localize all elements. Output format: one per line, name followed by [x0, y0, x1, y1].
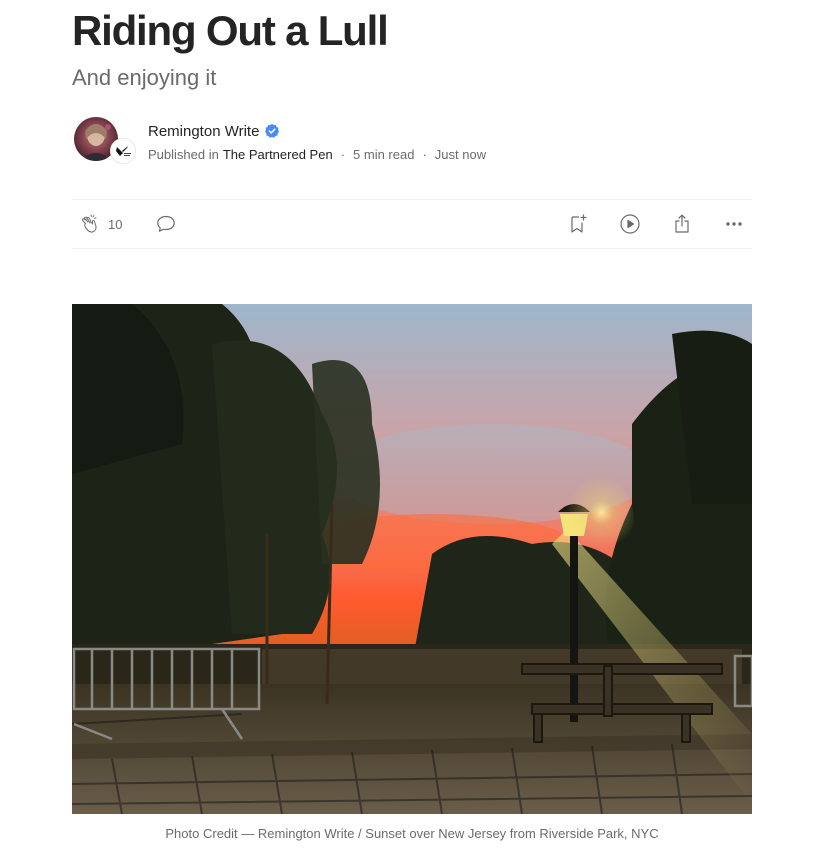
- bookmark-add-icon[interactable]: [566, 212, 590, 236]
- byline: Remington Write Published in The Partner…: [72, 116, 752, 164]
- avatar-group: [72, 116, 136, 164]
- published-in-label: Published in: [148, 147, 219, 162]
- speech-bubble-icon[interactable]: [154, 212, 178, 236]
- meta-separator: ·: [422, 147, 427, 162]
- author-row: Remington Write: [148, 121, 280, 141]
- verified-badge-icon: [264, 123, 280, 139]
- clap-icon[interactable]: [78, 212, 102, 236]
- article-title: Riding Out a Lull: [72, 7, 389, 54]
- hero-image[interactable]: [72, 304, 752, 814]
- article-subtitle: And enjoying it: [72, 65, 217, 90]
- play-circle-icon[interactable]: [618, 212, 642, 236]
- author-name[interactable]: Remington Write: [148, 123, 259, 140]
- article-action-bar: 10: [72, 199, 752, 249]
- article-meta: Published in The Partnered Pen · 5 min r…: [148, 147, 486, 162]
- read-time: 5 min read: [353, 147, 415, 162]
- more-dots-icon[interactable]: [722, 212, 746, 236]
- publication-link[interactable]: The Partnered Pen: [223, 147, 333, 162]
- published-time: Just now: [434, 147, 487, 162]
- publication-logo[interactable]: [110, 138, 136, 164]
- clap-count: 10: [108, 217, 123, 232]
- share-icon[interactable]: [670, 212, 694, 236]
- meta-separator: ·: [340, 147, 346, 162]
- image-caption: Photo Credit — Remington Write / Sunset …: [165, 826, 659, 841]
